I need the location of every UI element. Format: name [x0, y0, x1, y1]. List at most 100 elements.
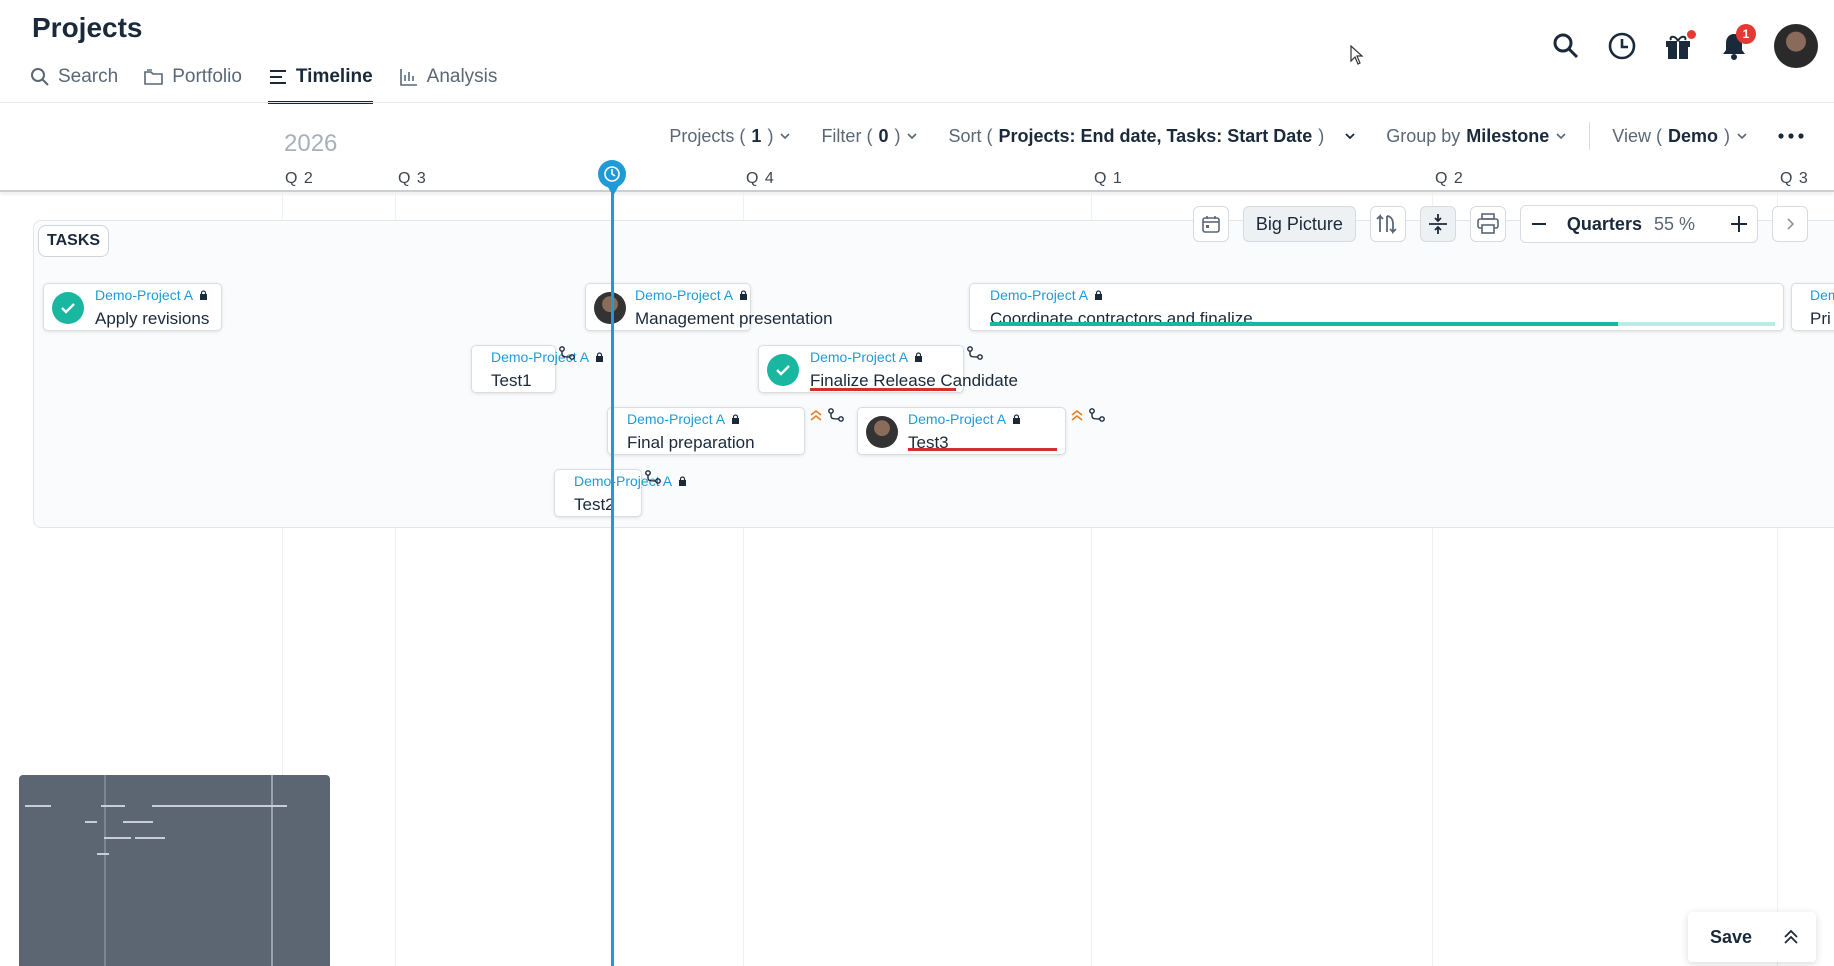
- history-button[interactable]: [1606, 30, 1638, 62]
- assignee-avatar: [594, 292, 626, 324]
- header-actions: 1: [1550, 24, 1818, 68]
- calendar-button[interactable]: [1192, 206, 1229, 242]
- tab-label: Analysis: [426, 66, 498, 87]
- dependency-icon[interactable]: [559, 346, 575, 360]
- lock-icon: [200, 290, 208, 300]
- task-card[interactable]: Demo-Project A Test1: [471, 345, 604, 393]
- timeline-year: 2026: [284, 130, 338, 157]
- scroll-right-button[interactable]: [1772, 206, 1808, 242]
- minus-icon: [1531, 223, 1546, 225]
- lock-icon: [915, 352, 923, 362]
- chevron-down-icon: [780, 133, 791, 140]
- task-project: Demo-Project A: [574, 473, 687, 489]
- group-label: Group by: [1386, 125, 1461, 146]
- task-name: Coordinate contractors and finalize: [990, 309, 1253, 328]
- task-card[interactable]: Demo-Project A Final preparation: [607, 407, 805, 455]
- global-search-button[interactable]: [1550, 30, 1582, 62]
- high-priority-icon: [810, 409, 822, 421]
- project-name: Demo-Project A: [990, 287, 1089, 303]
- task-name: Test2: [574, 495, 615, 514]
- task-card[interactable]: Demo-Project A Apply revisions: [43, 283, 222, 331]
- chevrons-up-icon[interactable]: [1782, 928, 1800, 946]
- task-card[interactable]: Demo-Project A Finalize Release Candidat…: [758, 345, 1018, 393]
- high-priority-icon: [1071, 409, 1083, 421]
- more-options-button[interactable]: [1778, 132, 1804, 140]
- minimap-task: [104, 837, 131, 839]
- lock-icon: [1013, 414, 1021, 424]
- minimap-viewport-edge: [271, 775, 273, 966]
- sort-dropdown[interactable]: Sort (Projects: End date, Tasks: Start D…: [948, 126, 1356, 147]
- gift-button[interactable]: [1662, 30, 1696, 62]
- project-name: Demo-Project A: [635, 287, 734, 303]
- minimap-task: [97, 853, 109, 855]
- timeline-axis: [0, 190, 1834, 192]
- zoom-scale-label: Quarters: [1566, 213, 1642, 234]
- task-project: Demo-Project A: [908, 411, 1021, 427]
- task-card[interactable]: Demo-Project A Coordinate contractors an…: [969, 283, 1784, 331]
- zoom-out-button[interactable]: [1521, 206, 1557, 242]
- minimap-task: [123, 821, 153, 823]
- task-card[interactable]: Demo-Project A Management presentation: [585, 283, 833, 331]
- minimap-task: [152, 805, 287, 807]
- folder-icon: [144, 69, 164, 85]
- view-label: View (: [1612, 125, 1662, 146]
- task-name: Management presentation: [635, 309, 833, 328]
- group-by-dropdown[interactable]: Group by Milestone: [1386, 126, 1567, 147]
- minimap-today-line: [104, 775, 106, 966]
- zoom-in-button[interactable]: [1721, 206, 1757, 242]
- quarter-label: Q 2: [285, 170, 314, 187]
- lock-icon: [679, 476, 687, 486]
- project-name: Demo-Project A: [908, 411, 1007, 427]
- dependency-icon[interactable]: [828, 408, 844, 422]
- sort-close: ): [1318, 125, 1325, 146]
- quarter-label: Q 1: [1094, 170, 1123, 187]
- big-picture-button[interactable]: Big Picture: [1242, 206, 1356, 242]
- task-card[interactable]: Demo-Project A Test2: [554, 469, 687, 517]
- task-card[interactable]: Dem Pri: [1791, 283, 1834, 331]
- chevron-down-icon: [1345, 133, 1355, 140]
- filter-dropdown[interactable]: Filter (0): [821, 126, 918, 147]
- filter-close: ): [894, 125, 901, 146]
- projects-dropdown[interactable]: Projects (1): [669, 126, 791, 147]
- task-project: Demo-Project A: [990, 287, 1103, 303]
- chevron-down-icon: [1556, 133, 1566, 140]
- tab-analysis[interactable]: Analysis: [399, 62, 498, 92]
- compact-toggle[interactable]: [1419, 206, 1456, 242]
- calendar-icon: [1202, 216, 1220, 233]
- tab-label: Search: [58, 66, 119, 87]
- task-project: Demo-Project A: [95, 287, 208, 303]
- done-check-icon: [52, 292, 84, 324]
- project-name: Demo-Project A: [95, 287, 194, 303]
- dependency-icon[interactable]: [1089, 408, 1105, 422]
- assignee-avatar: [866, 416, 898, 448]
- today-marker-handle[interactable]: [598, 160, 626, 188]
- view-dropdown[interactable]: View (Demo ): [1612, 126, 1748, 147]
- more-horizontal-icon: [1778, 133, 1804, 139]
- dependency-icon[interactable]: [645, 470, 661, 484]
- dependencies-toggle[interactable]: [1369, 206, 1406, 242]
- lock-icon: [596, 352, 604, 362]
- page-title: Projects: [32, 12, 143, 43]
- timeline-toolbar: Projects (1) Filter (0) Sort (Projects: …: [669, 122, 1804, 150]
- timeline-minimap[interactable]: [19, 775, 330, 966]
- task-card[interactable]: Demo-Project A Test3: [857, 407, 1066, 455]
- tab-timeline[interactable]: Timeline: [267, 62, 373, 104]
- view-value: Demo: [1667, 125, 1718, 146]
- notifications-button[interactable]: 1: [1718, 24, 1756, 62]
- minimap-task: [135, 837, 165, 839]
- search-icon: [1553, 33, 1579, 59]
- projects-count: 1: [751, 125, 762, 146]
- tab-search[interactable]: Search: [30, 62, 118, 92]
- zoom-level-group: Quarters 55 %: [1519, 205, 1758, 243]
- minimap-task: [101, 805, 125, 807]
- swap-icon: [1376, 213, 1397, 235]
- dependency-icon[interactable]: [967, 346, 983, 360]
- today-marker-line[interactable]: [611, 168, 614, 966]
- save-button[interactable]: Save: [1710, 927, 1752, 948]
- sort-label: Sort (: [948, 125, 993, 146]
- user-avatar[interactable]: [1774, 24, 1818, 68]
- task-project: Dem: [1810, 287, 1834, 303]
- quarter-label: Q 4: [746, 170, 775, 187]
- print-button[interactable]: [1469, 206, 1506, 242]
- tab-portfolio[interactable]: Portfolio: [144, 62, 242, 92]
